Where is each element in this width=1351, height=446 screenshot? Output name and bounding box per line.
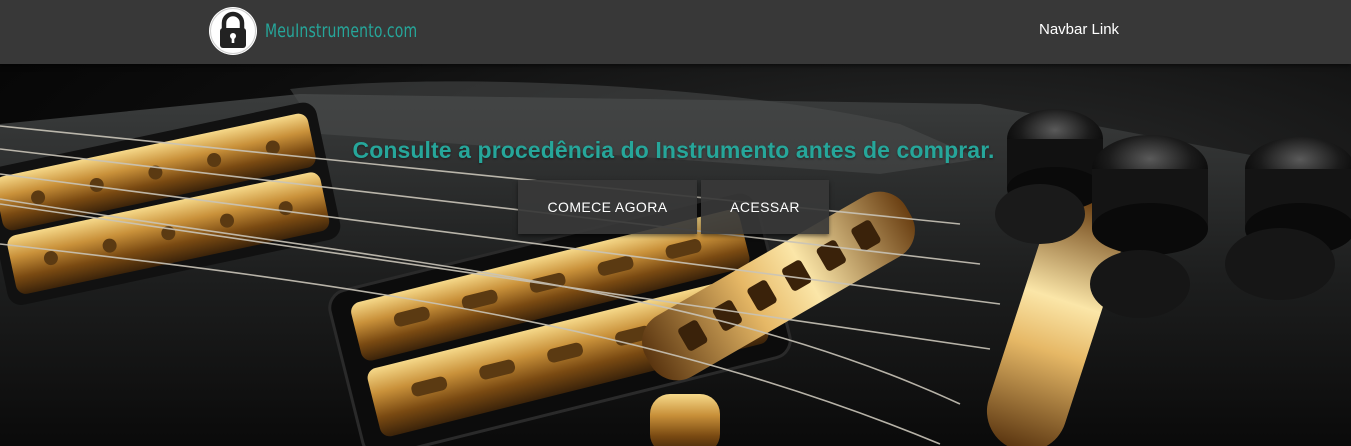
hero-section: Consulte a procedência do Instrumento an… (0, 64, 1351, 446)
hero-title: Consulte a procedência do Instrumento an… (352, 137, 995, 164)
brand-name: MeuInstrumento.com (265, 20, 418, 42)
start-now-button[interactable]: COMECE AGORA (518, 180, 697, 234)
navbar-link[interactable]: Navbar Link (1039, 21, 1119, 38)
padlock-icon (209, 7, 257, 55)
navbar: MeuInstrumento.com Navbar Link (0, 0, 1351, 64)
guitar-background-image (0, 81, 1351, 446)
access-button[interactable]: ACESSAR (701, 180, 829, 234)
brand-logo-link[interactable]: MeuInstrumento.com (209, 7, 451, 55)
